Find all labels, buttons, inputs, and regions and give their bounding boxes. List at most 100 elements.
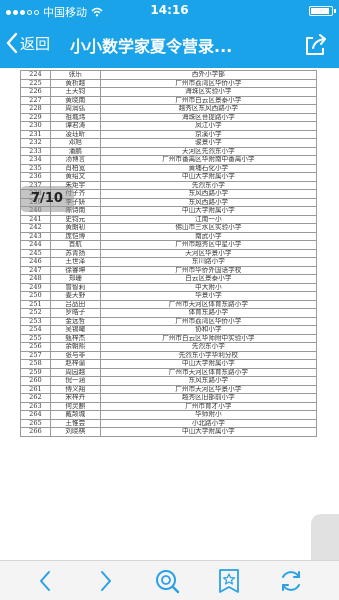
table-row: 254 吴锡瞰 协和小学 xyxy=(20,325,318,335)
row-number: 253 xyxy=(20,316,51,326)
table-row: 263 何灵麒 广州市育才小学 xyxy=(20,401,318,411)
row-number: 260 xyxy=(20,376,51,386)
battery-icon xyxy=(309,6,336,16)
row-number: 230 xyxy=(20,121,51,131)
table-row: 234 汤博言 广州市番禺区华附南中番禺小学 xyxy=(20,155,318,165)
table-row: 229 祖城玮 海珠区菩提路小学 xyxy=(20,112,318,122)
school-name: 广州市白云区景泰小学 xyxy=(99,95,318,105)
table-row: 255 甄梓杰 广州市白云区华师附中实验小学 xyxy=(20,333,318,343)
student-name: 黄绍文 xyxy=(49,172,101,182)
school-name: 广州市荔湾区华侨小学 xyxy=(99,78,318,88)
student-name: 赵梓谕 xyxy=(49,359,101,369)
student-name: 潘鹏 xyxy=(49,146,101,156)
page-indicator: 7/10 xyxy=(20,186,74,212)
row-number: 258 xyxy=(20,359,51,369)
row-number: 231 xyxy=(20,129,51,139)
student-name: 倪一涵 xyxy=(49,376,101,386)
scroll-handle[interactable] xyxy=(311,514,339,560)
row-number: 254 xyxy=(20,325,51,335)
row-number: 234 xyxy=(20,155,51,165)
bookmark-button[interactable] xyxy=(214,567,244,595)
table-row: 259 周园越 广州市天河区体育东路小学 xyxy=(20,367,318,377)
row-number: 249 xyxy=(20,282,51,292)
document-viewer[interactable]: 224 张乐 西外小学部 225 黄析越 广州市荔湾区华侨小学 226 王天钧 海珠区实验小学 2… xyxy=(0,68,339,560)
row-number: 256 xyxy=(20,342,51,352)
school-name: 东风东路小学 xyxy=(99,376,318,386)
search-icon xyxy=(156,570,180,594)
back-nav-button[interactable] xyxy=(30,567,60,595)
table-row: 242 黄朗初 佛山市三水区实验小学 xyxy=(20,223,318,233)
student-name: 史钧元 xyxy=(49,214,101,224)
school-name: 海珠区实验小学 xyxy=(99,87,318,97)
refresh-button[interactable] xyxy=(276,567,306,595)
student-name: 张与非 xyxy=(49,350,101,360)
row-number: 261 xyxy=(20,384,51,394)
row-number: 241 xyxy=(20,214,51,224)
row-number: 248 xyxy=(20,274,51,284)
forward-arrow-icon xyxy=(101,571,111,591)
row-number: 257 xyxy=(20,350,51,360)
share-button[interactable] xyxy=(303,32,329,58)
table-row: 230 谭君涛 凤江小学 xyxy=(20,121,318,131)
student-name: 徐睿坤 xyxy=(49,265,101,275)
table-row: 248 郑珊 白云区景泰小学 xyxy=(20,274,318,284)
student-name: 谭君涛 xyxy=(49,121,101,131)
row-number: 252 xyxy=(20,308,51,318)
student-name: 肖柏宽 xyxy=(49,163,101,173)
school-name: 京溪小学 xyxy=(99,129,318,139)
student-name: 邓旭 xyxy=(49,138,101,148)
student-name: 张乐 xyxy=(49,70,101,80)
table-row: 244 首航 广州市越秀区中星小学 xyxy=(20,240,318,250)
school-name: 中大附小 xyxy=(99,282,318,292)
student-name: 余朝熙 xyxy=(49,342,101,352)
row-number: 226 xyxy=(20,87,51,97)
page-title: 小小数学家夏令营录... xyxy=(70,37,233,56)
table-row: 236 黄绍文 中山大学附属小学 xyxy=(20,172,318,182)
student-name: 戴颉城 xyxy=(49,410,101,420)
school-name: 骏景小学 xyxy=(99,138,318,148)
school-name: 先烈东小学 xyxy=(99,342,318,352)
student-name: 吕品田 xyxy=(49,299,101,309)
school-name: 广州市育才小学 xyxy=(99,401,318,411)
table-row: 247 徐睿坤 广州市华侨外国语学校 xyxy=(20,265,318,275)
student-name: 王惟尝 xyxy=(49,418,101,428)
row-number: 232 xyxy=(20,138,51,148)
table-row: 264 戴颉城 华师附小 xyxy=(20,410,318,420)
school-name: 凤江小学 xyxy=(99,121,318,131)
table-row: 226 王天钧 海珠区实验小学 xyxy=(20,87,318,97)
table-row: 252 罗皓子 体育东路小学 xyxy=(20,308,318,318)
row-number: 224 xyxy=(20,70,51,80)
back-button[interactable]: 返回 xyxy=(6,32,50,54)
school-name: 黄埔石化小学 xyxy=(99,163,318,173)
school-name: 东风西路小学 xyxy=(99,189,318,199)
nav-bar: 返回 小小数学家夏令营录... xyxy=(0,20,339,68)
table-row: 224 张乐 西外小学部 xyxy=(20,70,318,80)
school-name: 天河区华景小学 xyxy=(99,248,318,258)
school-name: 协和小学 xyxy=(99,325,318,335)
row-number: 225 xyxy=(20,78,51,88)
row-number: 265 xyxy=(20,418,51,428)
student-name: 苏青扬 xyxy=(49,248,101,258)
student-name: 周润弘 xyxy=(49,104,101,114)
school-name: 西外小学部 xyxy=(99,70,318,80)
forward-nav-button[interactable] xyxy=(91,567,121,595)
student-name: 曾智莉 xyxy=(49,282,101,292)
student-name: 吴锡瞰 xyxy=(49,325,101,335)
school-name: 东川路小学 xyxy=(99,257,318,267)
school-name: 华师附小 xyxy=(99,410,318,420)
school-name: 东风西路小学 xyxy=(99,197,318,207)
row-number: 259 xyxy=(20,367,51,377)
student-name: 甄梓杰 xyxy=(49,333,101,343)
search-button[interactable] xyxy=(152,567,182,595)
student-name: 凌珏昕 xyxy=(49,129,101,139)
row-number: 243 xyxy=(20,231,51,241)
student-name: 何灵麒 xyxy=(49,401,101,411)
student-name: 首航 xyxy=(49,240,101,250)
bookmark-star-icon xyxy=(219,569,239,593)
school-name: 广州市越秀区中星小学 xyxy=(99,240,318,250)
school-name: 广州市番禺区华附南中番禺小学 xyxy=(99,155,318,165)
battery-fill xyxy=(311,8,329,14)
row-number: 242 xyxy=(20,223,51,233)
row-number: 244 xyxy=(20,240,51,250)
table-row: 227 黄晓南 广州市白云区景泰小学 xyxy=(20,95,318,105)
